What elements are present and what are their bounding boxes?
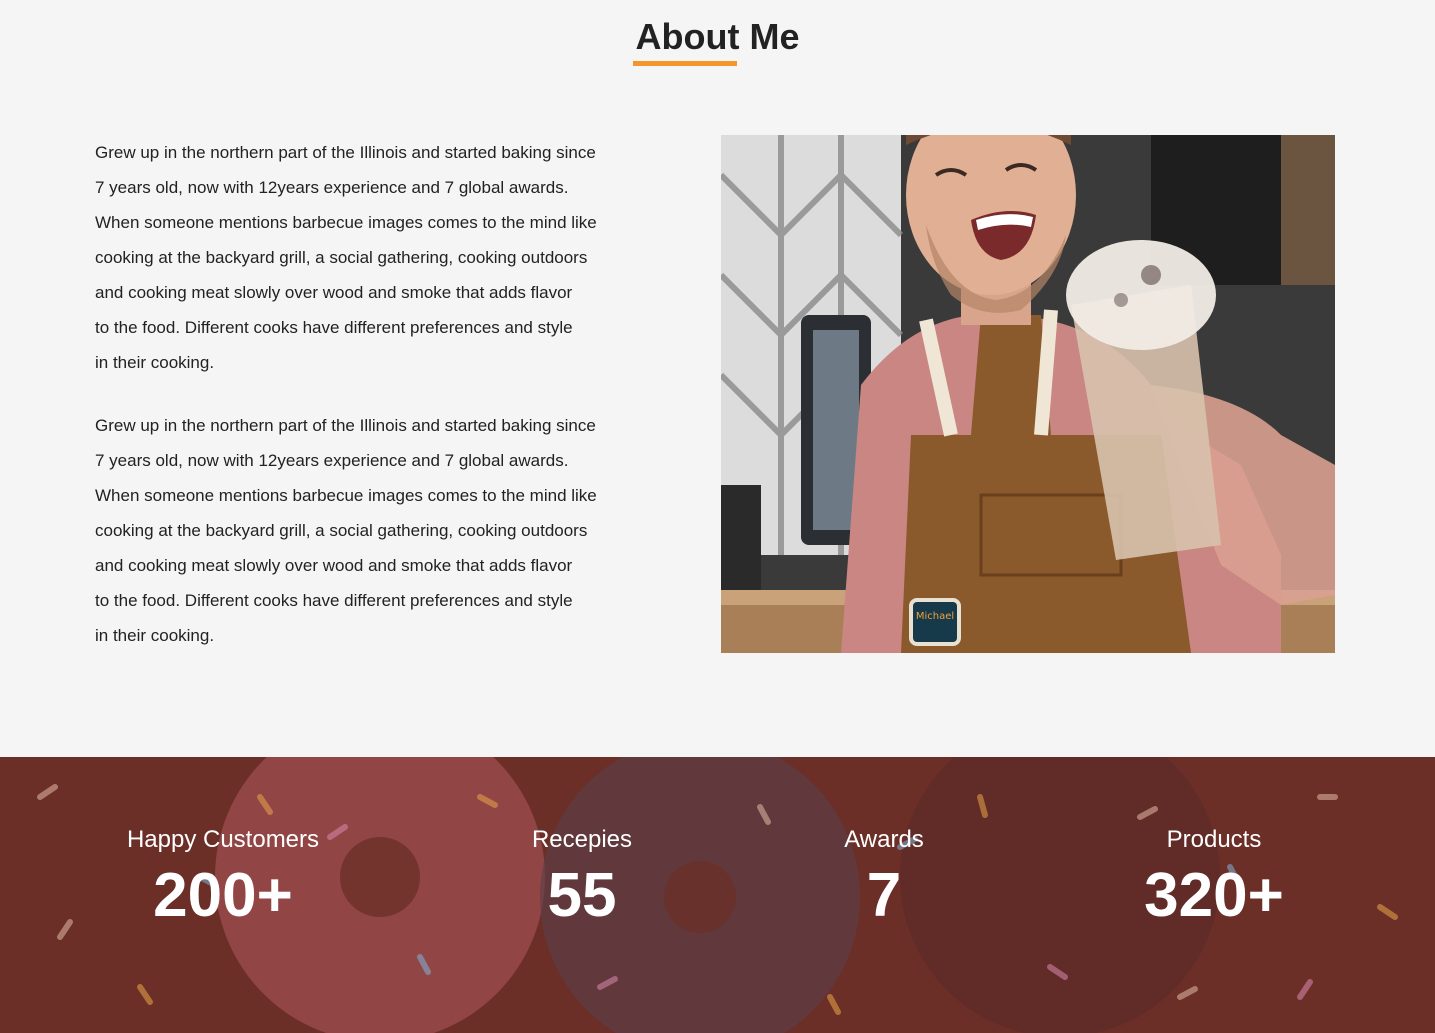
paragraph-line: When someone mentions barbecue images co… [95,486,597,505]
stat-value: 320+ [1144,861,1284,930]
paragraph-line: to the food. Different cooks have differ… [95,318,573,337]
paragraph-line: cooking at the backyard grill, a social … [95,248,588,267]
stat-value: 7 [866,861,902,930]
stat-label: Products [1166,826,1262,853]
page-title: About Me [635,16,800,57]
stat-awards: Awards 7 [784,825,984,935]
paragraph-line: 7 years old, now with 12years experience… [95,178,569,197]
paragraph-line: in their cooking. [95,626,215,645]
stat-recepies: Recepies 55 [482,825,682,935]
about-paragraph-2: Grew up in the northern part of the Illi… [95,408,655,653]
paragraph-line: in their cooking. [95,353,215,372]
stats-section: Happy Customers 200+ Recepies 55 Awards … [0,757,1435,1033]
baker-photo: Michael [721,135,1335,653]
stat-value: 200+ [153,861,293,930]
stat-happy-customers: Happy Customers 200+ [98,825,348,935]
paragraph-line: cooking at the backyard grill, a social … [95,521,588,540]
paragraph-line: Grew up in the northern part of the Illi… [95,416,596,435]
paragraph-line: When someone mentions barbecue images co… [95,213,597,232]
title-underline [633,61,737,66]
stat-value: 55 [547,861,617,930]
about-paragraph-1: Grew up in the northern part of the Illi… [95,135,655,380]
stat-label: Awards [844,826,924,853]
paragraph-line: to the food. Different cooks have differ… [95,591,573,610]
about-text: Grew up in the northern part of the Illi… [95,135,655,653]
paragraph-line: and cooking meat slowly over wood and sm… [95,556,573,575]
about-section: About Me Grew up in the northern part of… [0,0,1435,757]
stat-label: Recepies [531,826,633,853]
stat-products: Products 320+ [1114,825,1314,935]
stat-label: Happy Customers [126,826,320,853]
name-badge-text: Michael [916,611,954,622]
paragraph-line: Grew up in the northern part of the Illi… [95,143,596,162]
paragraph-line: and cooking meat slowly over wood and sm… [95,283,573,302]
baker-photo-illustration: Michael [721,135,1335,653]
paragraph-line: 7 years old, now with 12years experience… [95,451,569,470]
